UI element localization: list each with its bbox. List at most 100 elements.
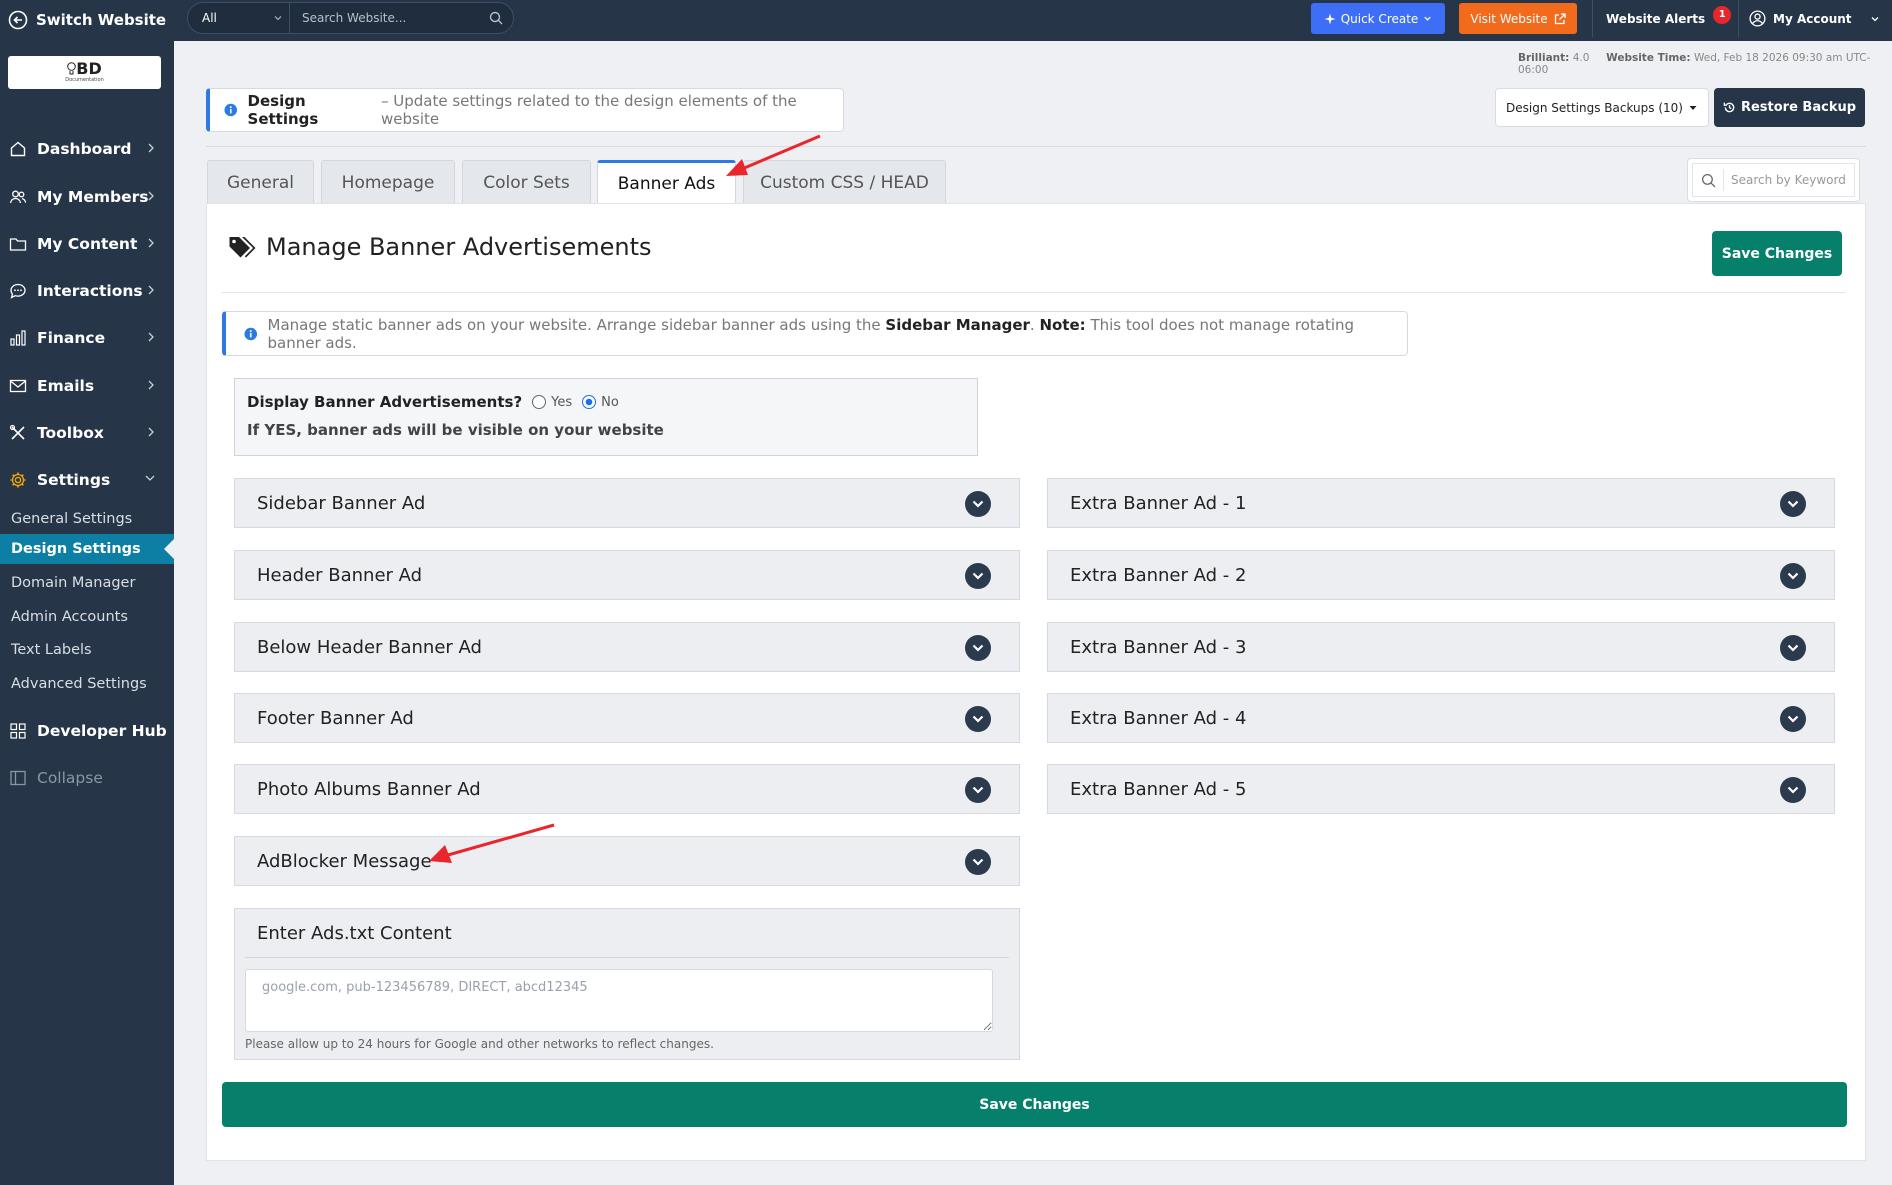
chevron-down-circle-icon[interactable] xyxy=(965,491,991,517)
website-meta-info: Brilliant: 4.0 Website Time: Wed, Feb 18… xyxy=(1518,52,1892,76)
sidebar-sub-domain-manager[interactable]: Domain Manager xyxy=(0,568,174,598)
chevron-down-circle-icon[interactable] xyxy=(1780,491,1806,517)
chevron-down-circle-icon[interactable] xyxy=(965,635,991,661)
chevron-down-circle-icon[interactable] xyxy=(965,563,991,589)
keyword-search-inner xyxy=(1692,163,1855,197)
tab-general[interactable]: General xyxy=(207,160,314,204)
accordion-label: Footer Banner Ad xyxy=(257,707,414,729)
accordion-label: Header Banner Ad xyxy=(257,564,423,586)
accordion-label: Below Header Banner Ad xyxy=(257,636,482,658)
sidebar-sub-design-settings[interactable]: Design Settings xyxy=(0,534,174,564)
page-title: Design Settings xyxy=(247,92,319,128)
website-search-input[interactable] xyxy=(290,3,479,33)
design-backups-dropdown[interactable]: Design Settings Backups (10) xyxy=(1495,88,1709,127)
accordion-extra-banner-ad-3[interactable]: Extra Banner Ad - 3 xyxy=(1047,622,1835,672)
sidebar-item-dashboard[interactable]: Dashboard xyxy=(0,129,174,169)
chevron-right-icon xyxy=(148,191,154,201)
display-banner-question: Display Banner Advertisements? xyxy=(247,393,523,411)
restore-backup-button[interactable]: Restore Backup xyxy=(1714,88,1865,127)
website-time-value: Wed, Feb 18 2026 09:30 am UTC-06:00 xyxy=(1518,52,1871,76)
display-no-option[interactable]: No xyxy=(582,395,619,410)
sidebar-item-label: Emails xyxy=(37,377,95,395)
sidebar-item-interactions[interactable]: Interactions xyxy=(0,271,174,311)
sidebar-sub-label: Domain Manager xyxy=(11,575,136,591)
chevron-down-circle-icon[interactable] xyxy=(965,777,991,803)
sidebar-sub-label: Advanced Settings xyxy=(11,676,147,692)
yes-radio[interactable] xyxy=(532,395,547,409)
accordion-extra-banner-ad-1[interactable]: Extra Banner Ad - 1 xyxy=(1047,478,1835,528)
sidebar-item-settings[interactable]: Settings xyxy=(0,460,174,500)
lightbulb-icon xyxy=(67,62,77,75)
accordion-footer-banner-ad[interactable]: Footer Banner Ad xyxy=(234,693,1020,743)
page-description: – Update settings related to the design … xyxy=(380,92,797,128)
accordion-adblocker-message[interactable]: AdBlocker Message xyxy=(234,836,1020,886)
my-account-label: My Account xyxy=(1773,11,1852,26)
chevron-down-icon xyxy=(1871,16,1879,21)
tab-homepage[interactable]: Homepage xyxy=(321,160,455,204)
sidebar-item-my-content[interactable]: My Content xyxy=(0,224,174,264)
accordion-header-banner-ad[interactable]: Header Banner Ad xyxy=(234,550,1020,600)
sidebar-sub-general-settings[interactable]: General Settings xyxy=(0,504,174,534)
chevron-right-icon xyxy=(148,427,154,437)
sidebar: BD Documentation Dashboard My Members My… xyxy=(0,41,174,1185)
collapse-icon xyxy=(8,769,27,788)
sidebar-sub-advanced-settings[interactable]: Advanced Settings xyxy=(0,669,174,699)
switch-website-button[interactable]: Switch Website xyxy=(8,9,166,31)
keyword-search-divider xyxy=(1723,169,1724,191)
tab-banner-ads[interactable]: Banner Ads xyxy=(597,160,736,205)
chevron-right-icon xyxy=(148,285,154,295)
search-button[interactable] xyxy=(479,11,513,25)
chevron-down-circle-icon[interactable] xyxy=(1780,706,1806,732)
chevron-down-circle-icon[interactable] xyxy=(1780,563,1806,589)
switch-website-label: Switch Website xyxy=(36,11,167,29)
chevron-right-icon xyxy=(148,332,154,342)
sidebar-sub-text-labels[interactable]: Text Labels xyxy=(0,635,174,665)
sidebar-item-finance[interactable]: Finance xyxy=(0,318,174,358)
accordion-label: Sidebar Banner Ad xyxy=(257,492,426,514)
sidebar-item-emails[interactable]: Emails xyxy=(0,366,174,406)
sidebar-item-toolbox[interactable]: Toolbox xyxy=(0,413,174,453)
restore-backup-label: Restore Backup xyxy=(1740,100,1857,115)
annotation-arrow-banner-ads xyxy=(726,134,821,176)
accordion-label: Extra Banner Ad - 5 xyxy=(1070,778,1247,800)
chevron-down-icon xyxy=(145,475,155,481)
tab-color-sets[interactable]: Color Sets xyxy=(462,160,591,204)
accordion-label: Extra Banner Ad - 1 xyxy=(1070,492,1247,514)
sidebar-manager-link[interactable]: Sidebar Manager xyxy=(885,316,1030,334)
save-changes-button-top[interactable]: Save Changes xyxy=(1712,231,1842,276)
search-scope-select[interactable]: All xyxy=(188,3,290,33)
sidebar-item-label: My Content xyxy=(37,235,138,253)
chevron-down-circle-icon[interactable] xyxy=(1780,635,1806,661)
website-alerts-button[interactable]: Website Alerts 1 xyxy=(1592,0,1738,37)
display-yes-option[interactable]: Yes xyxy=(532,395,572,410)
ads-txt-textarea[interactable] xyxy=(245,969,993,1032)
keyword-search-box xyxy=(1687,158,1860,202)
quick-create-label: Quick Create xyxy=(1340,11,1419,26)
site-logo[interactable]: BD Documentation xyxy=(8,56,161,89)
sidebar-collapse-button[interactable]: Collapse xyxy=(0,758,174,798)
chevron-down-circle-icon[interactable] xyxy=(965,706,991,732)
accordion-below-header-banner-ad[interactable]: Below Header Banner Ad xyxy=(234,622,1020,672)
no-radio[interactable] xyxy=(582,395,597,409)
ads-txt-title: Enter Ads.txt Content xyxy=(257,923,452,944)
visit-website-button[interactable]: Visit Website xyxy=(1459,3,1577,34)
plan-value: 4.0 xyxy=(1572,52,1590,64)
save-changes-button-bottom[interactable]: Save Changes xyxy=(222,1082,1847,1127)
chevron-down-circle-icon[interactable] xyxy=(965,849,991,875)
accordion-extra-banner-ad-2[interactable]: Extra Banner Ad - 2 xyxy=(1047,550,1835,600)
bar-chart-icon xyxy=(8,329,27,348)
accordion-extra-banner-ad-4[interactable]: Extra Banner Ad - 4 xyxy=(1047,693,1835,743)
sidebar-item-my-members[interactable]: My Members xyxy=(0,177,174,217)
accordion-photo-albums-banner-ad[interactable]: Photo Albums Banner Ad xyxy=(234,764,1020,814)
quick-create-button[interactable]: Quick Create xyxy=(1311,3,1445,34)
chevron-down-circle-icon[interactable] xyxy=(1780,777,1806,803)
sidebar-item-developer-hub[interactable]: Developer Hub xyxy=(0,711,174,751)
accordion-extra-banner-ad-5[interactable]: Extra Banner Ad - 5 xyxy=(1047,764,1835,814)
my-account-menu[interactable]: My Account xyxy=(1738,0,1892,37)
sidebar-sub-admin-accounts[interactable]: Admin Accounts xyxy=(0,602,174,632)
accordion-sidebar-banner-ad[interactable]: Sidebar Banner Ad xyxy=(234,478,1020,528)
keyword-search-input[interactable] xyxy=(1731,173,1846,187)
chevron-down-icon xyxy=(274,16,282,21)
search-icon xyxy=(1701,173,1716,187)
sidebar-item-label: Interactions xyxy=(37,282,143,300)
